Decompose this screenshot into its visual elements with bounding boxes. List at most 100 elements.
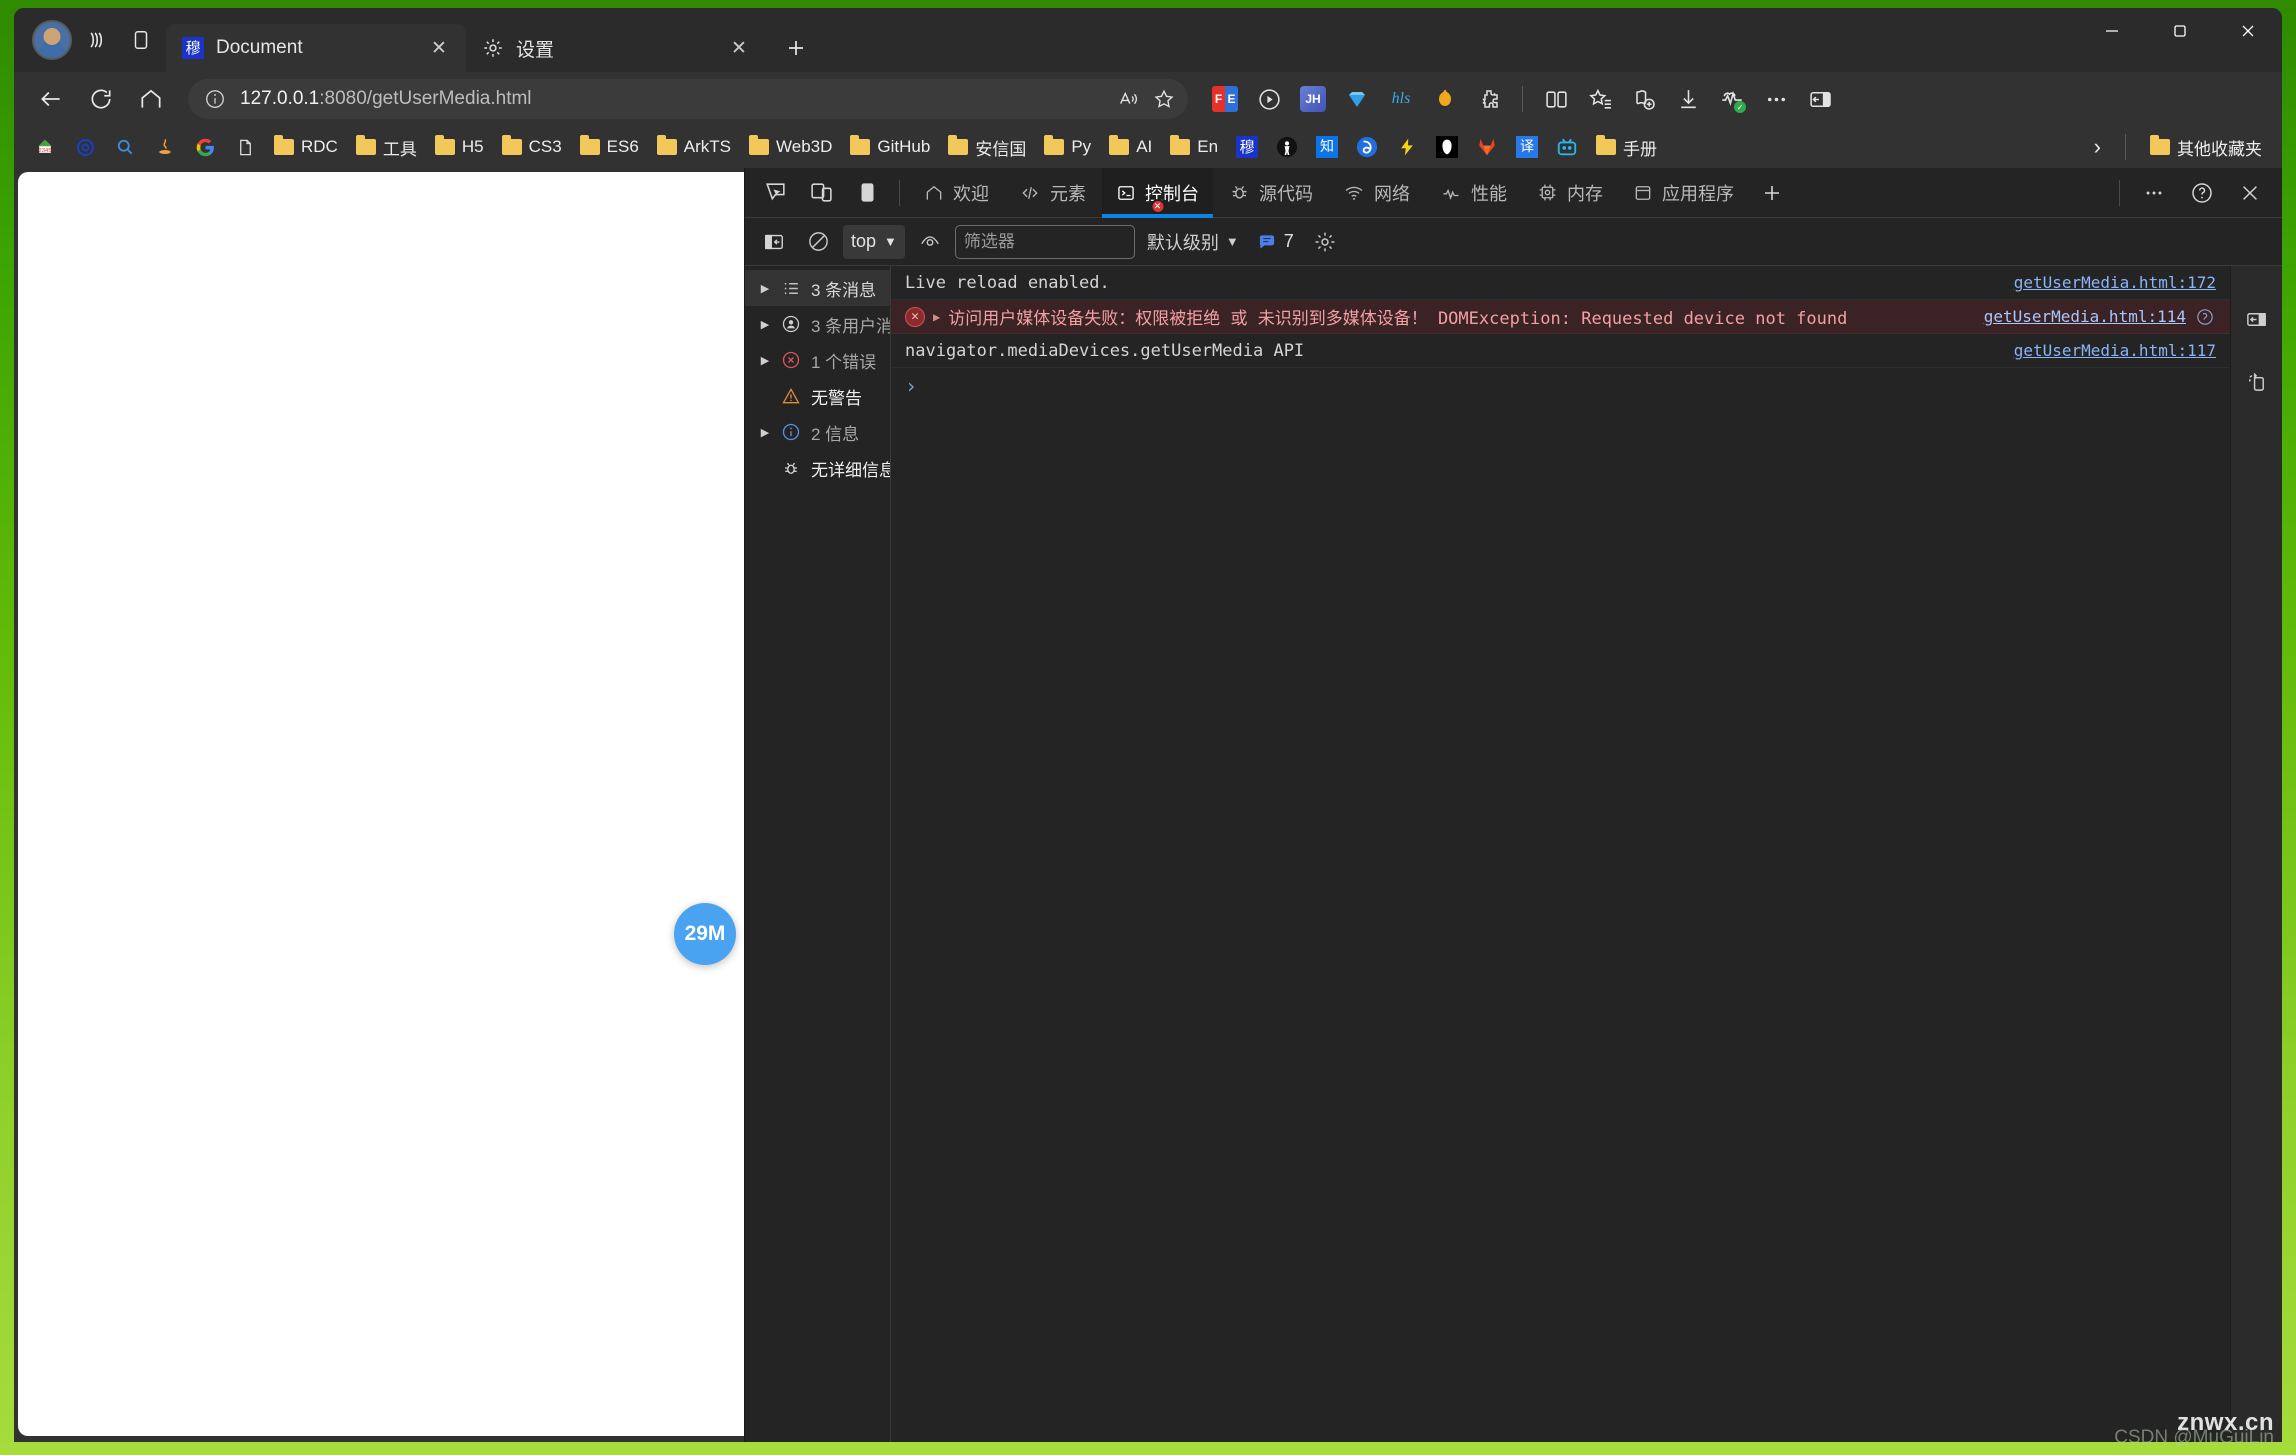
hls-extension-icon[interactable]: hls xyxy=(1382,80,1420,118)
tab-application[interactable]: 应用程序 xyxy=(1619,168,1748,218)
console-prompt[interactable]: › xyxy=(891,368,2230,404)
console-message-error[interactable]: ✕ ▶ 访问用户媒体设备失败：权限被拒绝 或 未识别到多媒体设备！ DOMExc… xyxy=(891,300,2230,334)
bookmark-ghost[interactable] xyxy=(1428,132,1466,162)
new-tab-button[interactable] xyxy=(776,28,816,68)
bookmark-gitlab[interactable] xyxy=(1468,132,1506,162)
expand-triangle-icon[interactable]: ▶ xyxy=(759,354,771,367)
console-message-log[interactable]: Live reload enabled. getUserMedia.html:1… xyxy=(891,266,2230,300)
bookmark-folder-ai[interactable]: AI xyxy=(1101,133,1160,161)
tab-welcome[interactable]: 欢迎 xyxy=(910,168,1003,218)
console-message-source-link[interactable]: getUserMedia.html:172 xyxy=(2014,273,2216,292)
tab-close-icon[interactable]: ✕ xyxy=(726,35,752,61)
sidebar-toggle-icon[interactable] xyxy=(1801,80,1839,118)
maximize-button[interactable] xyxy=(2146,8,2214,54)
issue-indicator-icon[interactable] xyxy=(2194,306,2216,328)
devtools-more-options-icon[interactable] xyxy=(2132,173,2176,213)
bookmark-folder-web3d[interactable]: Web3D xyxy=(741,133,840,161)
collections-icon[interactable] xyxy=(1625,80,1663,118)
tab-document[interactable]: 穆 Document ✕ xyxy=(166,24,466,72)
console-level-select[interactable]: 默认级别 ▼ xyxy=(1141,225,1245,259)
bookmark-folder-h5[interactable]: H5 xyxy=(427,133,492,161)
console-issues-counter[interactable]: 7 xyxy=(1251,225,1300,259)
bookmark-java[interactable] xyxy=(146,132,184,162)
rotate-device-icon[interactable] xyxy=(2238,364,2276,398)
honey-extension-icon[interactable] xyxy=(1426,80,1464,118)
expand-triangle-icon[interactable]: ▶ xyxy=(933,310,940,324)
bookmark-mu[interactable]: 穆 xyxy=(1228,132,1266,162)
bookmark-other-favorites[interactable]: 其他收藏夹 xyxy=(2142,131,2270,164)
puzzle-extension-icon[interactable] xyxy=(1470,80,1508,118)
execution-context-select[interactable]: top ▼ xyxy=(843,224,905,259)
vertical-tabs-icon[interactable] xyxy=(122,21,160,59)
bookmark-folder-rdc[interactable]: RDC xyxy=(266,133,346,161)
dock-to-left-icon[interactable] xyxy=(2238,302,2276,336)
device-toolbar-icon[interactable] xyxy=(799,173,843,213)
console-message-log2[interactable]: navigator.mediaDevices.getUserMedia API … xyxy=(891,334,2230,368)
jh-extension-icon[interactable]: JH xyxy=(1294,80,1332,118)
reload-icon[interactable] xyxy=(78,76,124,122)
inspect-element-icon[interactable] xyxy=(753,173,797,213)
dock-side-icon[interactable] xyxy=(845,173,889,213)
expand-triangle-icon[interactable]: ▶ xyxy=(759,282,771,295)
split-screen-icon[interactable] xyxy=(1537,80,1575,118)
page-viewport[interactable]: 29M xyxy=(18,172,744,1436)
bookmark-page[interactable] xyxy=(226,132,264,162)
tab-elements[interactable]: 元素 xyxy=(1005,168,1100,218)
bookmark-folder-github[interactable]: GitHub xyxy=(842,133,938,161)
sidebar-warnings[interactable]: ▶ 无警告 xyxy=(745,378,890,414)
console-settings-icon[interactable] xyxy=(1306,225,1344,259)
tab-network[interactable]: 网络 xyxy=(1329,168,1424,218)
fe-extension-icon[interactable]: F E xyxy=(1206,80,1244,118)
devtools-help-icon[interactable] xyxy=(2180,173,2224,213)
console-message-source-link[interactable]: getUserMedia.html:117 xyxy=(2014,341,2216,360)
status-badge[interactable]: 29M xyxy=(674,903,736,965)
tab-actions-icon[interactable] xyxy=(78,21,116,59)
favorites-list-icon[interactable] xyxy=(1581,80,1619,118)
bookmark-person[interactable] xyxy=(1268,132,1306,162)
devtools-close-icon[interactable] xyxy=(2228,173,2272,213)
tab-memory[interactable]: 内存 xyxy=(1523,168,1617,218)
tab-performance[interactable]: 性能 xyxy=(1426,168,1521,218)
bookmark-lightning[interactable] xyxy=(1388,132,1426,162)
minimize-button[interactable] xyxy=(2078,8,2146,54)
sidebar-verbose[interactable]: ▶ 无详细信息 xyxy=(745,450,890,486)
bookmarks-overflow-chevron[interactable]: › xyxy=(2086,130,2109,164)
bookmark-folder-manual[interactable]: 手册 xyxy=(1588,131,1665,164)
bookmark-folder-anxinguo[interactable]: 安信国 xyxy=(940,131,1034,164)
bookmark-moon[interactable] xyxy=(1348,132,1386,162)
site-info-icon[interactable] xyxy=(202,86,228,112)
diamond-extension-icon[interactable] xyxy=(1338,80,1376,118)
sidebar-user-messages[interactable]: ▶ 3 条用户消息 xyxy=(745,306,890,342)
add-favorite-icon[interactable] xyxy=(1146,81,1182,117)
bookmark-folder-es6[interactable]: ES6 xyxy=(572,133,647,161)
expand-triangle-icon[interactable]: ▶ xyxy=(759,426,771,439)
url-text[interactable]: 127.0.0.1:8080/getUserMedia.html xyxy=(240,88,1110,110)
clear-console-icon[interactable] xyxy=(799,225,837,259)
bookmark-folder-tools[interactable]: 工具 xyxy=(348,131,425,164)
sidebar-messages[interactable]: ▶ 3 条消息 xyxy=(745,270,890,306)
bookmark-folder-cs3[interactable]: CS3 xyxy=(494,133,570,161)
back-icon[interactable] xyxy=(28,76,74,122)
add-panel-button[interactable] xyxy=(1750,173,1794,213)
tab-settings[interactable]: 设置 ✕ xyxy=(466,24,766,72)
bookmark-translate[interactable]: 译 xyxy=(1508,132,1546,162)
tab-console[interactable]: 控制台 ✕ xyxy=(1102,168,1213,218)
bookmark-folder-en[interactable]: En xyxy=(1162,133,1226,161)
console-message-source-link[interactable]: getUserMedia.html:114 xyxy=(1984,307,2186,326)
browser-more-icon[interactable] xyxy=(1757,80,1795,118)
read-aloud-icon[interactable] xyxy=(1110,81,1146,117)
player-extension-icon[interactable] xyxy=(1250,80,1288,118)
console-input[interactable] xyxy=(927,376,2216,396)
avatar[interactable] xyxy=(32,20,72,60)
tab-close-icon[interactable]: ✕ xyxy=(426,35,452,61)
bookmark-google[interactable] xyxy=(186,132,224,162)
close-window-button[interactable] xyxy=(2214,8,2282,54)
performance-icon[interactable]: ✓ xyxy=(1713,80,1751,118)
bookmark-search[interactable] xyxy=(106,132,144,162)
sidebar-info[interactable]: ▶ 2 信息 xyxy=(745,414,890,450)
console-filter-input[interactable] xyxy=(954,224,1135,259)
sidebar-errors[interactable]: ▶ 1 个错误 xyxy=(745,342,890,378)
console-sidebar-toggle-icon[interactable] xyxy=(755,225,793,259)
bookmark-at[interactable] xyxy=(66,132,104,162)
home-icon[interactable] xyxy=(128,76,174,122)
